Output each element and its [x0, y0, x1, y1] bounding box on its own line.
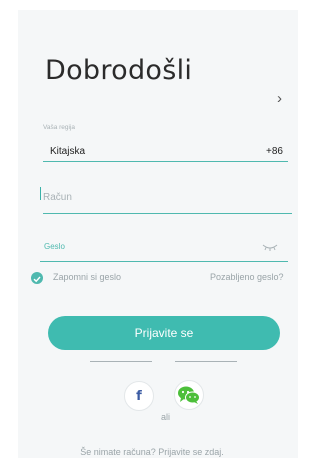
region-underline [43, 161, 288, 162]
signup-link[interactable]: Še nimate računa? Prijavite se zdaj. [0, 447, 304, 457]
or-label: ali [161, 412, 171, 422]
wechat-login-button[interactable] [174, 380, 204, 410]
password-underline [40, 261, 288, 262]
wechat-icon [178, 386, 200, 404]
divider-left [90, 361, 152, 362]
divider-right [175, 361, 237, 362]
facebook-login-button[interactable]: f [124, 381, 154, 411]
checkbox-checked-icon[interactable] [31, 272, 43, 284]
account-input[interactable]: Račun [43, 192, 72, 203]
text-cursor [40, 187, 41, 200]
country-code: +86 [266, 146, 283, 157]
eye-closed-icon[interactable] [262, 238, 278, 256]
facebook-icon: f [136, 388, 142, 404]
chevron-right-icon[interactable]: › [277, 90, 282, 107]
region-label: Vaša regija [43, 124, 76, 131]
login-button[interactable]: Prijavite se [48, 316, 280, 350]
password-input[interactable]: Geslo [44, 242, 65, 251]
region-selector[interactable]: Kitajska [50, 146, 85, 157]
remember-password-label[interactable]: Zapomni si geslo [53, 272, 121, 282]
account-underline [43, 213, 292, 214]
page-title: Dobrodošli [45, 55, 193, 86]
forgot-password-link[interactable]: Pozabljeno geslo? [210, 272, 284, 282]
